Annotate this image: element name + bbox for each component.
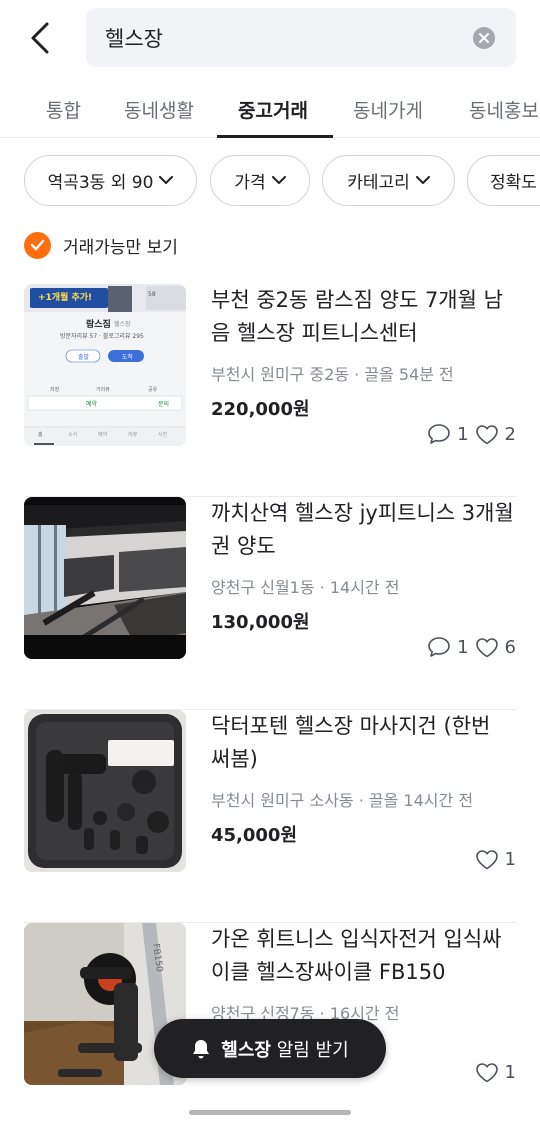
tab-local-stores[interactable]: 동네가게 xyxy=(353,96,423,123)
heart-icon xyxy=(475,1063,498,1083)
thumb-reserve: 예약 xyxy=(86,401,98,408)
listing-title: 닥터포텐 헬스장 마사지건 (한번 써봄) xyxy=(211,714,491,771)
like-count-value: 6 xyxy=(504,636,516,658)
chat-bubble-icon xyxy=(428,637,450,657)
listing-price: 220,000원 xyxy=(211,399,310,420)
search-header: 헬스장 xyxy=(0,0,540,82)
listing-meta: 부천시 원미구 소사동 · 끌올 14시간 전 xyxy=(211,791,474,810)
thumb-icon-roadview: 거리뷰 xyxy=(96,387,110,393)
thumb-tab-news: 소식 xyxy=(68,432,78,438)
filter-sort[interactable]: 정확도 xyxy=(467,155,540,206)
listing-meta: 부천시 원미구 중2동 · 끌올 54분 전 xyxy=(211,365,454,384)
search-results-screen: 헬스장 통합 동네생활 중고거래 동네가게 동네홍보 역곡3동 외 90 가격 xyxy=(0,0,540,1124)
like-count-value: 2 xyxy=(504,423,516,445)
thumb-tab-home: 홈 xyxy=(38,432,43,438)
like-count: 6 xyxy=(475,637,516,658)
listing-meta: 양천구 신월1동 · 14시간 전 xyxy=(211,578,400,597)
checkbox-checked[interactable] xyxy=(24,231,51,259)
thumb-icon-share: 공유 xyxy=(148,387,158,393)
thumb-reviews: 방문자리뷰 57 · 블로그리뷰 295 xyxy=(60,333,144,340)
keyword-alert-keyword: 헬스장 xyxy=(221,1039,271,1061)
filter-price-label: 가격 xyxy=(234,173,266,193)
filter-bar: 역곡3동 외 90 가격 카테고리 정확도 xyxy=(0,155,540,207)
listing-title: 까치산역 헬스장 jy피트니스 3개월권 양도 xyxy=(211,501,514,558)
thumb-inquiry: 문의 xyxy=(158,401,170,408)
bell-icon xyxy=(193,1039,210,1058)
listing-price: 130,000원 xyxy=(211,612,310,633)
thumb-tab-reserve: 예약 xyxy=(98,432,108,438)
close-icon xyxy=(479,33,489,43)
heart-icon xyxy=(475,637,498,657)
like-count-value: 1 xyxy=(504,1062,516,1083)
thumb-photo-count: 58 xyxy=(148,291,156,298)
search-tabs: 통합 동네생활 중고거래 동네가게 동네홍보 xyxy=(0,82,540,138)
active-tab-indicator xyxy=(217,135,333,138)
search-query: 헬스장 xyxy=(105,27,163,51)
tab-used-trade[interactable]: 중고거래 xyxy=(238,96,308,123)
listing-title: 부천 중2동 람스짐 양도 7개월 남음 헬스장 피트니스센터 xyxy=(211,288,503,345)
listing-price: 45,000원 xyxy=(211,825,298,846)
tab-integrated[interactable]: 통합 xyxy=(46,96,81,123)
listing-title: 가온 휘트니스 입식자전거 입식싸이클 헬스장싸이클 FB150 xyxy=(211,927,502,984)
thumb-gym-name: 람스짐 xyxy=(86,320,111,330)
filter-category[interactable]: 카테고리 xyxy=(322,155,455,206)
filter-sort-label: 정확도 xyxy=(490,173,537,193)
listing-stats: 1 xyxy=(475,1062,516,1083)
thumb-gym-sub: 헬스장 xyxy=(114,321,131,328)
listing-item[interactable]: +1개월 추가! 58 람스짐 헬스장 방문자리뷰 57 · 블로그리뷰 295… xyxy=(24,284,516,497)
filter-location-label: 역곡3동 외 90 xyxy=(47,173,154,193)
listing-thumbnail xyxy=(24,497,186,659)
thumb-btn-depart: 출발 xyxy=(78,354,90,361)
search-input[interactable]: 헬스장 xyxy=(86,8,516,67)
listing-stats: 1 2 xyxy=(427,423,516,445)
available-only-label: 거래가능만 보기 xyxy=(63,237,178,258)
thumb-banner: +1개월 추가! xyxy=(38,293,93,303)
chat-bubble-icon xyxy=(428,424,450,444)
available-only-toggle[interactable]: 거래가능만 보기 xyxy=(24,230,178,260)
filter-location[interactable]: 역곡3동 외 90 xyxy=(24,155,197,206)
chevron-down-icon xyxy=(415,176,430,184)
like-count: 1 xyxy=(475,1062,516,1083)
chevron-down-icon xyxy=(159,176,174,184)
home-indicator xyxy=(189,1110,351,1115)
keyword-alert-button[interactable]: 헬스장 알림 받기 xyxy=(154,1019,386,1078)
like-count: 1 xyxy=(475,849,516,870)
thumb-icon-save: 저장 xyxy=(50,387,60,393)
chevron-down-icon xyxy=(271,176,286,184)
chevron-left-icon xyxy=(31,22,49,54)
comment-count-value: 1 xyxy=(457,636,469,658)
thumb-btn-arrive: 도착 xyxy=(122,354,134,361)
thumb-tab-photo: 사진 xyxy=(158,432,168,438)
heart-icon xyxy=(475,424,498,444)
clear-search-button[interactable] xyxy=(473,27,495,49)
listing-item[interactable]: 까치산역 헬스장 jy피트니스 3개월권 양도 양천구 신월1동 · 14시간 … xyxy=(24,497,516,710)
like-count-value: 1 xyxy=(504,849,516,870)
listing-item[interactable]: 닥터포텐 헬스장 마사지건 (한번 써봄) 부천시 원미구 소사동 · 끌올 1… xyxy=(24,710,516,923)
like-count: 2 xyxy=(475,424,516,445)
comment-count-value: 1 xyxy=(457,423,469,445)
thumb-tab-review: 리뷰 xyxy=(128,432,138,438)
gym-app-screenshot-image xyxy=(24,284,186,446)
comment-count: 1 xyxy=(427,423,469,445)
listing-stats: 1 xyxy=(475,849,516,870)
filter-price[interactable]: 가격 xyxy=(210,155,310,206)
listing-thumbnail: +1개월 추가! 58 람스짐 헬스장 방문자리뷰 57 · 블로그리뷰 295… xyxy=(24,284,186,446)
keyword-alert-suffix: 알림 받기 xyxy=(276,1039,349,1061)
comment-count: 1 xyxy=(427,636,469,658)
gym-interior-photo xyxy=(24,497,186,659)
keyword-alert-text: 헬스장 알림 받기 xyxy=(221,1036,348,1062)
check-icon xyxy=(30,239,45,251)
tab-local-ads[interactable]: 동네홍보 xyxy=(469,96,539,123)
listing-thumbnail xyxy=(24,710,186,872)
heart-icon xyxy=(475,850,498,870)
listing-stats: 1 6 xyxy=(427,636,516,658)
tab-community[interactable]: 동네생활 xyxy=(124,96,194,123)
massage-gun-photo xyxy=(24,710,186,872)
filter-category-label: 카테고리 xyxy=(347,173,410,193)
back-button[interactable] xyxy=(20,18,60,58)
